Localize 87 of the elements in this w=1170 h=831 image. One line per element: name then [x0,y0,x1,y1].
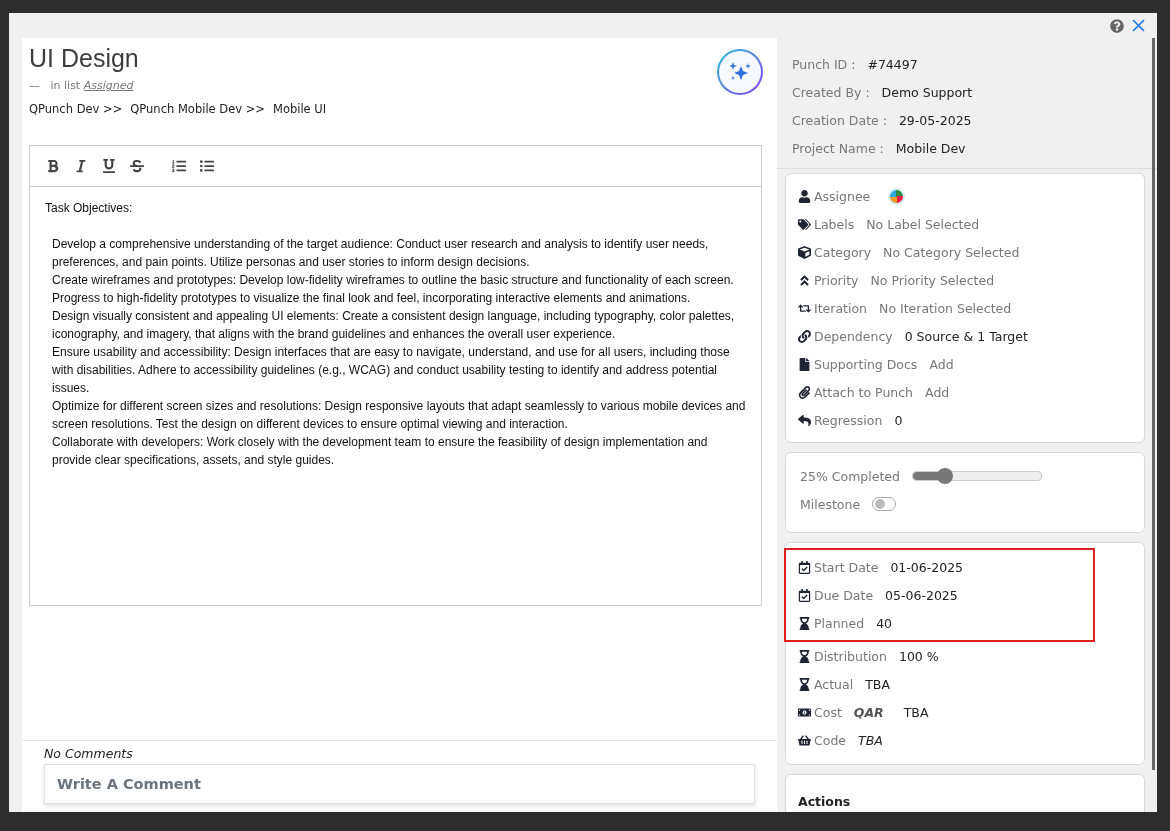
comment-input[interactable]: Write A Comment [44,764,755,804]
field-value[interactable]: Add [925,384,950,400]
info-label: Created By : [792,84,870,100]
field-value: TBA [858,732,883,748]
field-label: Due Date [814,587,874,603]
paperclip-icon [798,385,811,399]
info-label: Creation Date : [792,112,887,128]
field-label: Code [814,732,846,748]
field-label: Priority [814,272,859,288]
hourglass-icon [798,616,811,630]
field-value[interactable]: No Category Selected [883,244,1020,260]
field-value: TBA [865,676,890,692]
field-value: 0 Source & 1 Target [904,328,1028,344]
paragraph: Create wireframes and prototypes: Develop low-fidelity wireframes to outline the basic structure and functionality of each screen. Progress to high-fidelity prototypes to visualize the final look and feel, incorporating interactive elements and animations. [51,272,735,307]
no-comments-text: No Comments [44,746,134,761]
paragraph: Design visually consistent and appealing UI elements: Create a consistent design language, including typography, color palettes, iconography, and imagery, that aligns with the brand guidelines and enhances the overall user experience. [51,308,736,343]
paragraph: Collaborate with developers: Work closely with the development team to ensure the feasibility of design implementation and provide clear specifications, assets, and style guides. [51,434,709,469]
info-value: Demo Support [881,84,973,100]
rich-text-editor[interactable] [29,145,762,606]
underline-button[interactable] [102,159,116,173]
tags-icon [798,217,811,231]
field-label: Supporting Docs [814,356,918,372]
info-label: Punch ID : [792,56,856,72]
field-label: Start Date [814,559,879,575]
file-icon [798,357,811,371]
field-value[interactable]: Add [929,356,954,372]
field-value[interactable]: No Iteration Selected [879,300,1012,316]
close-button[interactable] [1132,19,1145,32]
calendar-icon [798,560,811,574]
info-value: 29-05-2025 [898,112,972,128]
ai-sparkle-button[interactable] [717,49,763,95]
paragraph: Task Objectives: [45,200,134,217]
cube-icon [798,245,811,259]
basket-icon [798,733,811,747]
field-value[interactable]: No Priority Selected [870,272,995,288]
currency-code: QAR [853,704,884,720]
person-icon [798,189,811,203]
list-caption: — in list [29,79,82,92]
field-label: Iteration [814,300,868,316]
breadcrumb-link[interactable]: QPunch Dev >> [29,102,123,116]
italic-button[interactable] [74,159,88,173]
help-icon[interactable] [1110,18,1124,33]
double-chevron-icon [798,273,811,287]
strikethrough-button[interactable] [130,159,144,173]
slider-thumb[interactable] [936,468,953,484]
avatar[interactable] [888,187,906,205]
field-label: Labels [814,216,855,232]
milestone-toggle[interactable] [872,497,897,511]
actions-heading: Actions [798,794,851,809]
bold-button[interactable] [46,159,60,173]
info-label: Project Name : [792,140,884,156]
field-label: Dependency [814,328,893,344]
field-label: Planned [814,615,865,631]
list-link[interactable]: Assigned [83,79,134,92]
bulleted-list-button[interactable] [200,159,214,173]
field-label: Attach to Punch [814,384,914,400]
field-label: Category [814,244,872,260]
hourglass-icon [798,677,811,691]
link-icon [798,329,811,343]
field-label: Distribution [814,648,887,664]
paragraph: Ensure usability and accessibility: Design interfaces that are easy to navigate, understand, and use for all users, including those with disabilities. Adhere to accessibility guidelines (e.g., WCAG) and conduct usability testing to identify and address potential issues. [51,344,731,397]
field-value: 0 [894,412,903,428]
task-title: UI Design [29,44,140,73]
field-label: Assignee [814,188,871,204]
field-value: TBA [903,704,929,720]
field-label: Actual [814,676,854,692]
field-value: 100 % [898,648,939,664]
field-label: Regression [814,412,883,428]
milestone-label: Milestone [800,496,861,512]
reply-icon [798,413,811,427]
breadcrumb-link[interactable]: Mobile UI [272,102,327,116]
progress-slider[interactable] [911,471,1042,481]
progress-label: 25% Completed [800,468,900,484]
scrollbar[interactable] [1152,38,1155,770]
breadcrumb-link[interactable]: QPunch Mobile Dev >> [130,102,265,116]
field-value: 05-06-2025 [885,587,958,603]
paragraph: Develop a comprehensive understanding of the target audience: Conduct user research and analysis to identify user needs, preferences, and pain points. Utilize personas and user stories to inform design decisions. [51,236,710,271]
field-label: Cost [814,704,842,720]
info-value: #74497 [867,56,918,72]
info-value: Mobile Dev [895,140,966,156]
paragraph: Optimize for different screen sizes and resolutions: Design responsive layouts that adapt seamlessly to various mobile devices and screen resolutions. Test the design on different devices to ensure optimal viewing and interaction. [51,398,746,433]
field-value: 01-06-2025 [890,559,964,575]
field-value: 40 [876,615,893,631]
calendar-icon [798,588,811,602]
numbered-list-button[interactable] [172,159,186,173]
hourglass-icon [798,649,811,663]
field-value[interactable]: No Label Selected [866,216,980,232]
